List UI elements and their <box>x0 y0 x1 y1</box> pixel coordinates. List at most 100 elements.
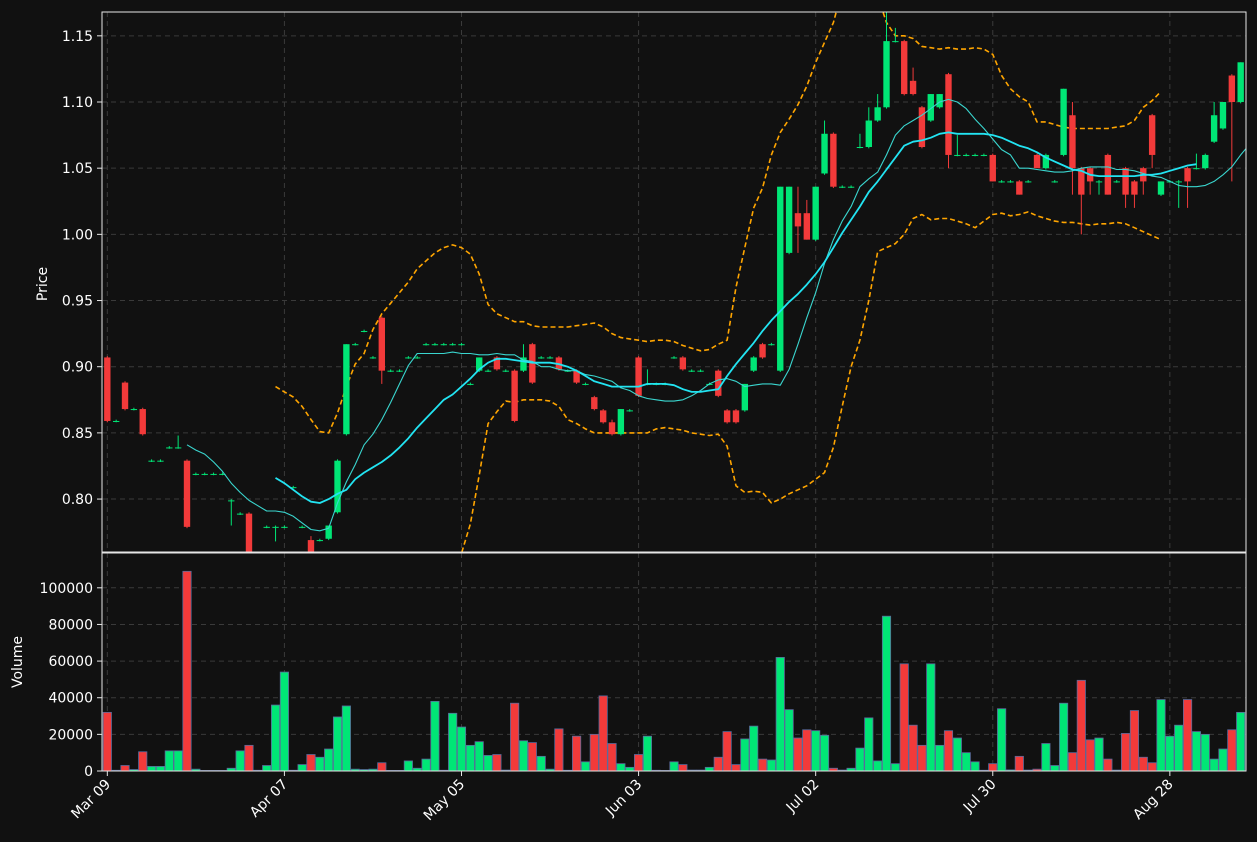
candle-body <box>874 107 881 121</box>
volume-bar <box>1191 731 1201 771</box>
candle-body <box>936 94 943 108</box>
candle-body <box>511 370 518 421</box>
volume-bar <box>757 758 768 771</box>
volume-bar <box>731 764 741 771</box>
candle-body <box>759 344 766 358</box>
candle-body <box>750 357 757 371</box>
candle-body <box>183 460 191 527</box>
candle-body <box>679 357 687 370</box>
volume-bar <box>607 743 617 771</box>
volume-bar <box>235 750 245 771</box>
candle-body <box>909 80 917 95</box>
volume-bar <box>430 700 440 771</box>
price-tick-label: 1.05 <box>62 161 93 177</box>
volume-bar <box>634 754 644 771</box>
candle-body <box>599 410 607 423</box>
candle-body <box>378 317 385 371</box>
volume-bar <box>766 759 776 771</box>
volume-bar <box>988 763 998 771</box>
volume-bar <box>332 716 343 771</box>
candle-body <box>1210 115 1218 142</box>
volume-axis-title: Volume <box>10 636 26 688</box>
candle-body <box>1184 168 1191 182</box>
candle-body <box>431 344 439 346</box>
candle-body <box>865 120 872 147</box>
volume-bar <box>102 711 112 771</box>
candle-body <box>626 410 633 412</box>
candle-body <box>1051 181 1058 183</box>
volume-bar <box>855 747 865 771</box>
volume-bar <box>1182 699 1193 771</box>
candle-body <box>998 181 1005 183</box>
candle-body <box>1104 154 1112 195</box>
candle-body <box>1122 168 1129 195</box>
price-tick-label: 0.90 <box>62 360 93 376</box>
volume-bar <box>315 756 325 771</box>
volume-bar <box>598 695 608 771</box>
candle-body <box>139 409 146 435</box>
volume-bar <box>926 663 936 771</box>
volume-bar <box>784 709 794 771</box>
volume-bar <box>1147 762 1157 771</box>
candle-body <box>892 41 899 43</box>
volume-bar <box>1121 733 1131 771</box>
volume-bar <box>527 742 537 771</box>
volume-bar <box>589 733 599 771</box>
volume-bar <box>403 760 413 771</box>
volume-bar <box>1174 724 1184 771</box>
volume-bar <box>811 730 821 771</box>
candle-body <box>794 213 802 227</box>
volume-bar <box>890 763 900 771</box>
candle-body <box>901 41 908 95</box>
volume-bar <box>1067 752 1078 771</box>
volume-bar <box>262 765 272 771</box>
candlestick-chart: 0.80 0.85 0.90 0.95 1.00 1.05 1.10 1.15 0 20000 4… <box>0 0 1257 842</box>
volume-bar <box>713 756 723 771</box>
price-axis-title: Price <box>35 267 51 301</box>
candle-body <box>1228 75 1236 102</box>
candle-body <box>130 409 138 411</box>
volume-bar <box>448 712 458 771</box>
volume-bar <box>1138 756 1148 771</box>
candle-body <box>980 154 988 156</box>
candle-body <box>830 133 837 187</box>
volume-tick-label: 80000 <box>48 617 93 633</box>
candle-body <box>1024 181 1032 183</box>
candle-body <box>1060 88 1067 155</box>
volume-bar <box>510 702 520 771</box>
volume-bar <box>182 570 192 771</box>
volume-bar <box>970 761 980 771</box>
volume-bar <box>474 741 484 771</box>
volume-bar <box>554 728 564 771</box>
candle-body <box>1016 181 1023 195</box>
candle-body <box>1131 181 1138 195</box>
candle-body <box>697 370 704 372</box>
candle-body <box>768 344 775 346</box>
candle-body <box>467 383 474 385</box>
candle-body <box>263 526 270 528</box>
volume-bar <box>917 744 927 771</box>
candle-body <box>148 460 155 462</box>
volume-tick-label: 20000 <box>48 727 93 743</box>
candle-body <box>582 383 589 385</box>
volume-bar <box>138 751 148 771</box>
candle-body <box>352 344 359 346</box>
candle-body <box>396 370 403 372</box>
price-tick-label: 0.85 <box>62 426 93 442</box>
candle-body <box>210 473 217 475</box>
candle-body <box>856 147 864 148</box>
candle-body <box>104 357 111 421</box>
volume-bar <box>1218 748 1228 771</box>
volume-bar <box>324 748 334 771</box>
candle-body <box>732 410 740 423</box>
candle-body <box>387 370 394 372</box>
candle-body <box>963 154 970 156</box>
candle-body <box>1175 181 1182 183</box>
candle-body <box>298 526 306 528</box>
candle-body <box>174 447 182 449</box>
volume-bar <box>244 744 254 771</box>
candle-body <box>546 357 554 359</box>
volume-bar <box>935 744 945 771</box>
volume-bar <box>722 731 732 771</box>
candle-body <box>954 154 961 156</box>
